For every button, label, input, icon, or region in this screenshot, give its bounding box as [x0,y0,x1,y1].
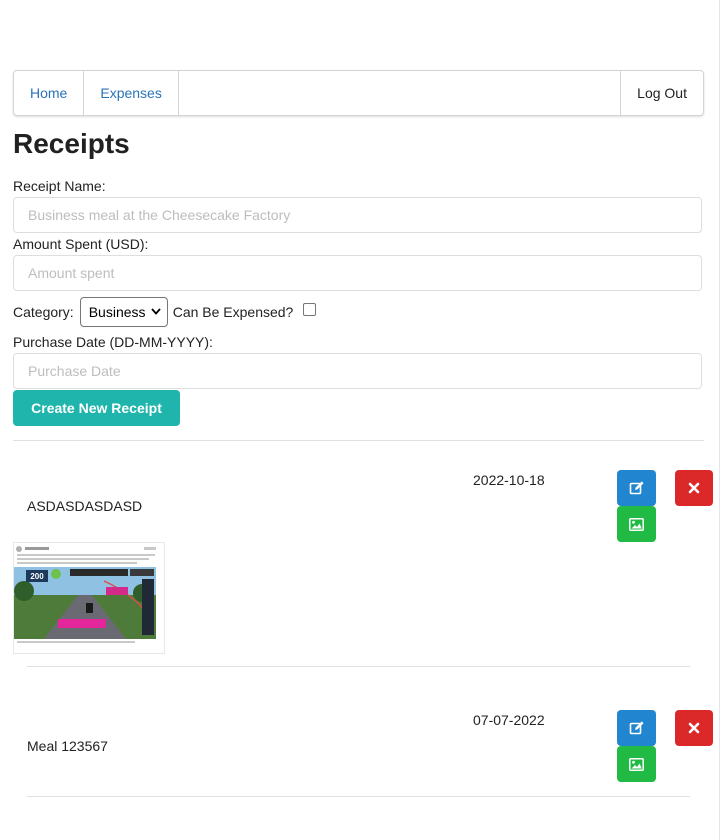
view-image-button[interactable] [617,746,656,782]
receipt-name-input[interactable] [13,197,702,233]
logout-link[interactable]: Log Out [620,71,703,115]
expensable-checkbox[interactable] [303,302,317,316]
close-icon [688,482,700,494]
edit-receipt-button[interactable] [617,470,656,506]
chevron-down-icon [151,307,161,318]
receipt-thumbnail-image: 200 [14,543,164,653]
category-selected-value: Business [88,304,146,320]
receipt-divider [27,666,690,667]
amount-label: Amount Spent (USD): [13,236,149,252]
purchase-date-input[interactable] [13,353,702,389]
category-row: Category: Business Can Be Expensed? [13,297,317,327]
delete-receipt-button[interactable] [675,470,713,506]
receipt-name: Meal 123567 [27,738,108,754]
receipt-thumbnail[interactable]: 200 [13,542,165,654]
edit-icon [629,720,645,736]
nav-expenses-link[interactable]: Expenses [84,71,179,115]
receipt-date: 07-07-2022 [473,712,545,728]
form-divider [13,440,704,441]
category-select[interactable]: Business [79,297,168,327]
top-nav: Home Expenses Log Out [13,70,704,116]
page-edge [719,0,720,840]
category-label: Category: [13,304,74,320]
receipt-date: 2022-10-18 [473,472,545,488]
delete-receipt-button[interactable] [675,710,713,746]
edit-icon [629,480,645,496]
thumbnail-badge: 200 [30,572,44,581]
page-title: Receipts [13,128,130,159]
view-image-button[interactable] [617,506,656,542]
nav-home-link[interactable]: Home [14,71,85,115]
edit-receipt-button[interactable] [617,710,656,746]
amount-input[interactable] [13,255,702,291]
purchase-date-label: Purchase Date (DD-MM-YYYY): [13,334,213,350]
receipt-name: ASDASDASDASD [27,498,143,514]
receipt-name-label: Receipt Name: [13,178,106,194]
image-icon [629,757,644,771]
image-icon [629,517,644,531]
create-receipt-button[interactable]: Create New Receipt [13,390,180,426]
expensable-label: Can Be Expensed? [172,304,294,320]
receipt-divider [27,796,690,797]
close-icon [688,722,700,734]
